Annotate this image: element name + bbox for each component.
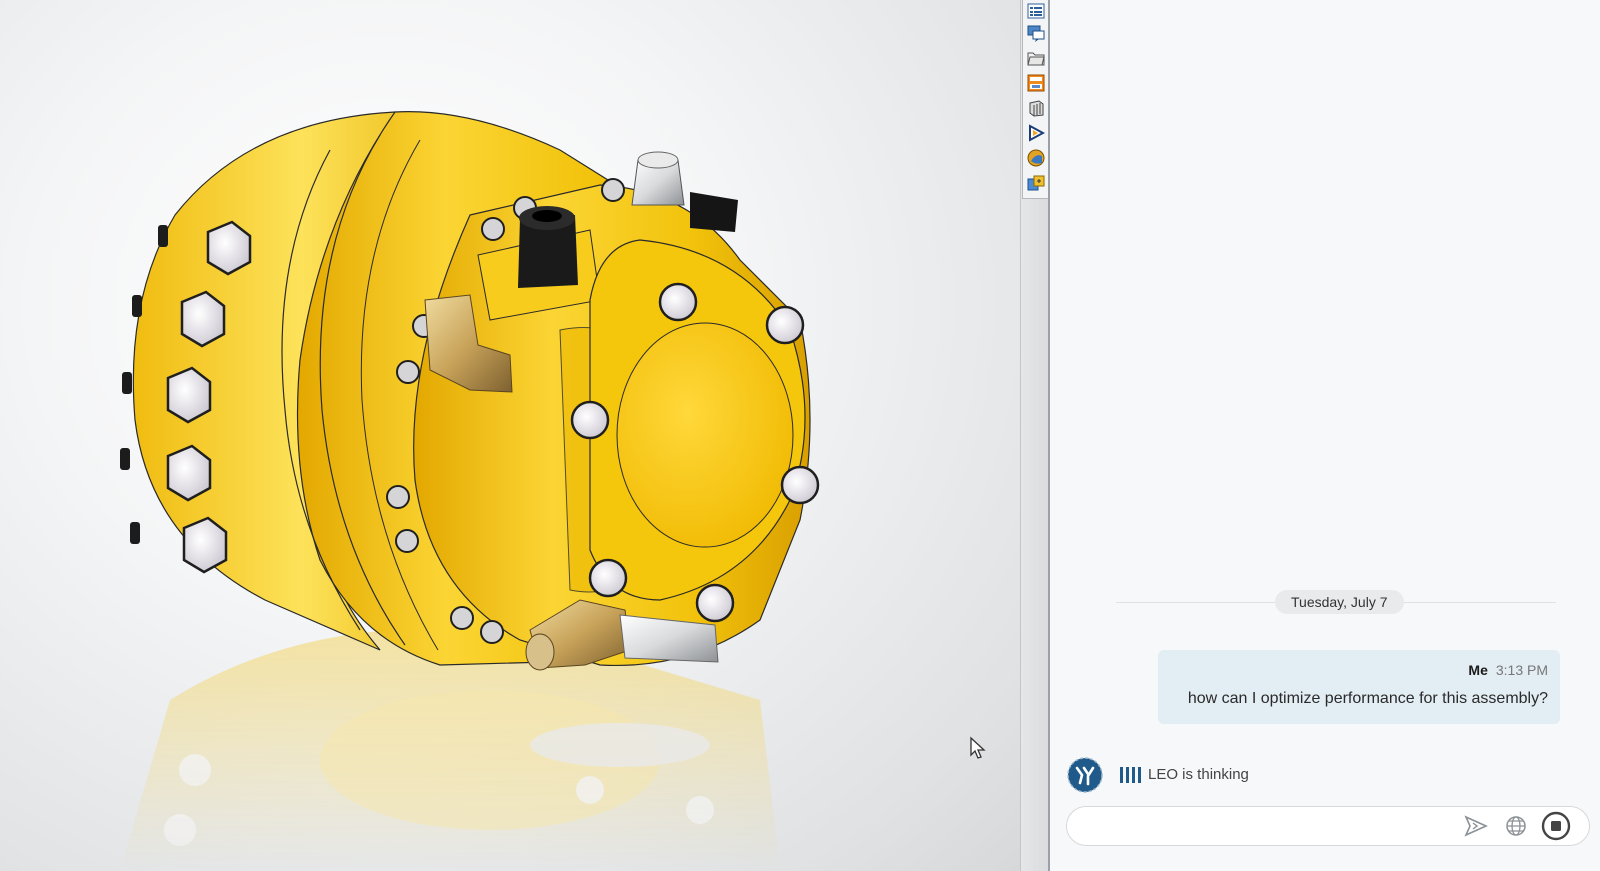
message-composer (1066, 806, 1590, 846)
web-search-button[interactable] (1501, 811, 1531, 841)
message-meta: Me 3:13 PM (1468, 662, 1548, 678)
top-fitting (631, 151, 685, 206)
graphics-viewport[interactable] (0, 0, 1020, 871)
leo-assistant-icon (1029, 124, 1045, 142)
message-sender: Me (1468, 662, 1488, 678)
appearances-tab[interactable] (1025, 147, 1047, 169)
message-text: how can I optimize performance for this … (1187, 690, 1548, 707)
view-palette-icon (1027, 74, 1045, 92)
stop-generation-button[interactable] (1541, 811, 1571, 841)
custom-properties-tab[interactable] (1025, 172, 1047, 194)
file-explorer-tab[interactable] (1025, 47, 1047, 69)
forum-tab[interactable] (1025, 22, 1047, 44)
custom-properties-icon (1027, 175, 1045, 191)
chat-input[interactable] (1083, 813, 1447, 841)
send-icon (1464, 815, 1488, 837)
send-button[interactable] (1461, 811, 1491, 841)
appearances-icon (1027, 149, 1045, 167)
view-palette-tab[interactable] (1025, 72, 1047, 94)
thinking-indicator-icon (1120, 767, 1141, 783)
file-explorer-icon (1027, 52, 1045, 66)
date-separator: Tuesday, July 7 (1116, 590, 1556, 614)
resources-tab[interactable] (1025, 0, 1047, 22)
stop-icon (1541, 811, 1571, 841)
assembly-model[interactable] (0, 0, 1020, 871)
design-library-icon (1029, 100, 1044, 117)
mouse-pointer-icon (970, 736, 986, 759)
design-library-tab[interactable] (1025, 97, 1047, 119)
globe-icon (1506, 816, 1526, 836)
task-pane-tabs (1022, 0, 1050, 199)
user-message: Me 3:13 PM how can I optimize performance… (1158, 650, 1560, 724)
leo-chat-panel: Tuesday, July 7 Me 3:13 PM how can I opti… (1050, 0, 1600, 871)
date-label: Tuesday, July 7 (1275, 590, 1404, 614)
resources-icon (1027, 3, 1045, 19)
task-pane-tab-strip (1020, 0, 1050, 871)
assistant-status-text: LEO is thinking (1148, 766, 1249, 783)
leo-assistant-tab[interactable] (1025, 122, 1047, 144)
leo-avatar-icon (1067, 757, 1103, 793)
forum-icon (1027, 25, 1045, 42)
message-time: 3:13 PM (1495, 662, 1548, 678)
